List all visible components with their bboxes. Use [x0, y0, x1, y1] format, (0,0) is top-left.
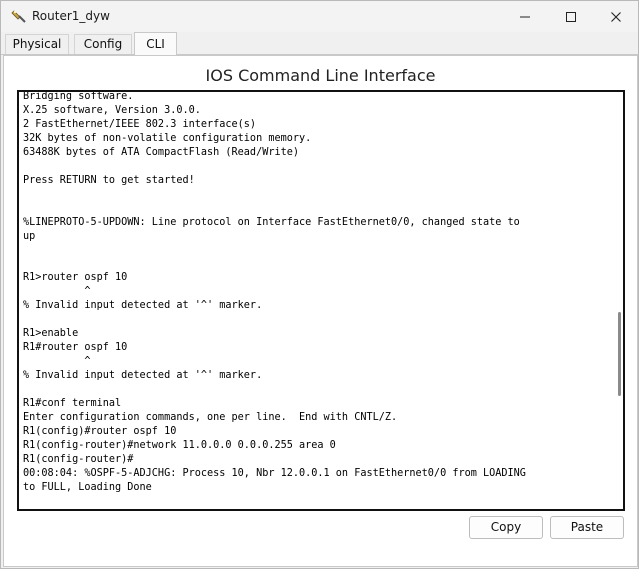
tab-bar: Physical Config CLI	[1, 32, 638, 55]
terminal-output[interactable]: Bridging software. X.25 software, Versio…	[23, 92, 603, 495]
tab-config[interactable]: Config	[74, 34, 132, 54]
maximize-button[interactable]	[548, 1, 594, 32]
tab-cli[interactable]: CLI	[134, 32, 177, 55]
panel-title: IOS Command Line Interface	[205, 66, 436, 85]
close-icon	[611, 11, 621, 22]
router-window: Router1_dyw Physical Config CLI IOS Comm…	[0, 0, 639, 569]
close-button[interactable]	[593, 1, 639, 32]
maximize-icon	[566, 11, 576, 22]
minimize-icon	[520, 16, 530, 17]
paste-button[interactable]: Paste	[550, 516, 624, 539]
window-title: Router1_dyw	[32, 9, 110, 23]
terminal-scrollbar[interactable]	[618, 312, 621, 396]
tab-physical[interactable]: Physical	[5, 34, 69, 54]
copy-button[interactable]: Copy	[469, 516, 543, 539]
cli-panel: IOS Command Line Interface Bridging soft…	[3, 55, 638, 567]
terminal-console[interactable]: Bridging software. X.25 software, Versio…	[17, 90, 625, 511]
router-icon	[11, 8, 27, 24]
minimize-button[interactable]	[502, 1, 548, 32]
title-bar[interactable]: Router1_dyw	[1, 1, 638, 32]
